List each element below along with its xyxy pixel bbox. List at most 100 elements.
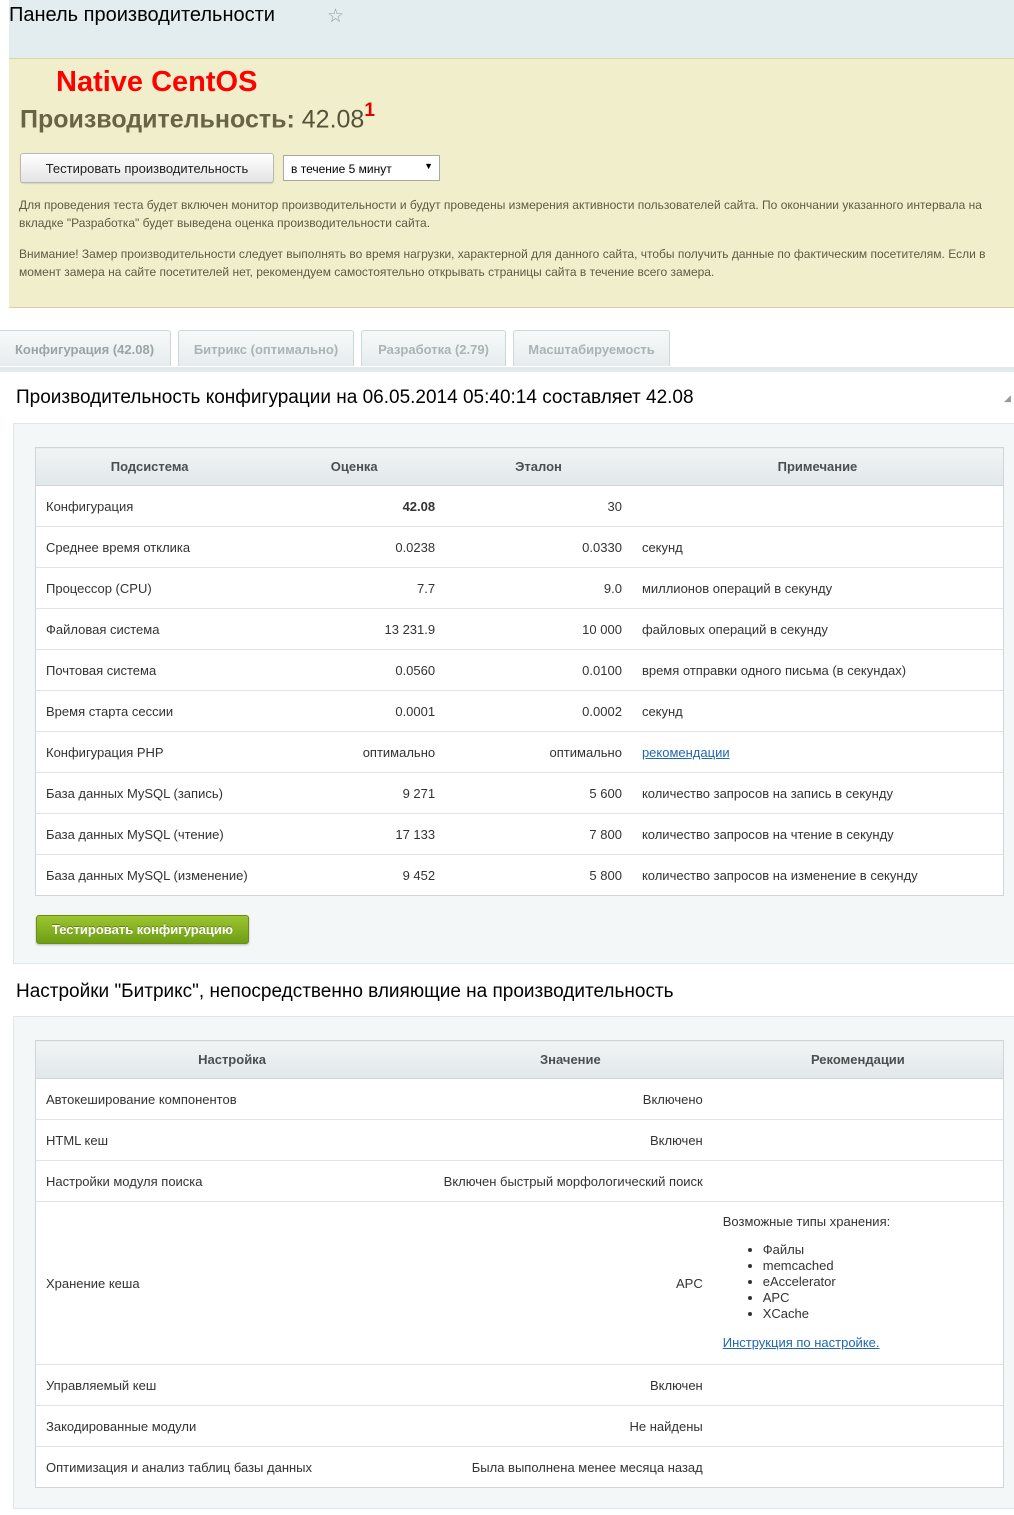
table-row: Конфигурация PHP оптимально оптимально реко… [35,731,1004,773]
recommendation-cell [712,1364,1004,1406]
subsystem-cell: Файловая система [35,608,264,650]
table-row: База данных MySQL (запись) 9 271 5 600 коли… [35,772,1004,814]
column-header: Значение [428,1040,713,1079]
bitrix-settings-table: Настройка Значение Рекомендации Автокеши… [35,1040,1004,1488]
value-cell: Включен быстрый морфологический поиск [428,1160,713,1202]
column-header: Настройка [35,1040,429,1079]
column-header: Эталон [445,447,632,486]
interval-select[interactable]: в течение 5 минут ▼ [283,155,440,181]
reference-cell: 7 800 [445,813,632,855]
tab-bitrix[interactable]: Битрикс (оптимально) [178,330,354,366]
favorite-star-icon[interactable]: ☆ [327,5,344,28]
value-cell: Не найдены [428,1405,713,1447]
recommendation-cell [712,1078,1004,1120]
setting-cell: HTML кеш [35,1119,429,1161]
recommendations-link[interactable]: рекомендации [642,745,730,760]
list-item: XCache [763,1306,993,1322]
note-cell: секунд [631,690,1004,732]
value-cell: Включен [428,1364,713,1406]
score-cell: 9 452 [263,854,446,896]
tab-configuration[interactable]: Конфигурация (42.08) [0,330,171,366]
score-cell: оптимально [263,731,446,773]
reference-cell: оптимально [445,731,632,773]
setting-cell: Настройки модуля поиска [35,1160,429,1202]
score-cell: 0.0238 [263,526,446,568]
column-header: Примечание [631,447,1004,486]
recommendation-cell [712,1119,1004,1161]
column-header: Оценка [263,447,446,486]
setting-cell: Закодированные модули [35,1405,429,1447]
recommendation-cell: Возможные типы хранения: Файлы memcached… [712,1201,1004,1365]
reference-cell: 5 600 [445,772,632,814]
subsystem-cell: База данных MySQL (запись) [35,772,264,814]
setting-cell: Автокеширование компонентов [35,1078,429,1120]
table-row: База данных MySQL (чтение) 17 133 7 800 кол… [35,813,1004,855]
value-cell: Включен [428,1119,713,1161]
config-table: Подсистема Оценка Эталон Примечание Конф… [35,447,1004,896]
footnote-marker: 1 [364,100,375,121]
notice-paragraph-2: Внимание! Замер производительности следу… [19,247,986,279]
config-section-title: Производительность конфигурации на 06.05… [16,387,694,408]
table-row: Почтовая система 0.0560 0.0100 время отправ… [35,649,1004,691]
list-item: eAccelerator [763,1274,993,1290]
table-row: HTML кеш Включен [35,1119,1004,1161]
notice-paragraph-1: Для проведения теста будет включен монит… [19,198,982,230]
list-item: memcached [763,1258,993,1274]
list-item: APC [763,1290,993,1306]
reference-cell: 10 000 [445,608,632,650]
setting-cell: Хранение кеша [35,1201,429,1365]
note-cell: рекомендации [631,731,1004,773]
cache-types-intro: Возможные типы хранения: [722,1214,891,1229]
table-header-row: Настройка Значение Рекомендации [35,1040,1004,1079]
table-row: Процессор (CPU) 7.7 9.0 миллионов операций … [35,567,1004,609]
column-header: Рекомендации [712,1040,1004,1079]
subsystem-cell: База данных MySQL (изменение) [35,854,264,896]
recommendation-cell [712,1160,1004,1202]
setup-instruction-link[interactable]: Инструкция по настройке. [723,1335,880,1350]
subsystem-cell: База данных MySQL (чтение) [35,813,264,855]
instruction-link-wrap: Инструкция по настройке. [723,1335,993,1350]
value-cell: Включено [428,1078,713,1120]
note-cell: количество запросов на изменение в секун… [631,854,1004,896]
reference-cell: 5 800 [445,854,632,896]
performance-label: Производительность: [20,105,295,134]
table-row: Оптимизация и анализ таблиц базы данных Б… [35,1446,1004,1488]
bitrix-panel: Настройка Значение Рекомендации Автокеши… [13,1016,1014,1509]
test-performance-button[interactable]: Тестировать производительность [20,153,274,183]
score-cell: 0.0560 [263,649,446,691]
reference-cell: 0.0002 [445,690,632,732]
collapse-icon[interactable]: ◢ [1004,393,1011,404]
tab-development[interactable]: Разработка (2.79) [361,330,506,366]
list-item: Файлы [763,1242,993,1258]
column-header: Подсистема [35,447,264,486]
tabs-divider [0,367,1014,372]
score-cell: 0.0001 [263,690,446,732]
reference-cell: 9.0 [445,567,632,609]
table-row: Среднее время отклика 0.0238 0.0330 секунд [35,526,1004,568]
interval-select-value: в течение 5 минут [291,162,392,176]
test-configuration-button[interactable]: Тестировать конфигурацию [36,915,249,944]
subsystem-cell: Процессор (CPU) [35,567,264,609]
table-row: Файловая система 13 231.9 10 000 файловых о… [35,608,1004,650]
dropdown-arrow-icon: ▼ [424,161,433,171]
performance-score-heading: Производительность: 42.081 [20,100,375,134]
table-row: Настройки модуля поиска Включен быстрый м… [35,1160,1004,1202]
table-header-row: Подсистема Оценка Эталон Примечание [35,447,1004,486]
reference-cell: 30 [445,485,632,527]
note-cell [631,485,1004,527]
system-label: Native CentOS [56,66,258,98]
recommendation-cell [712,1405,1004,1447]
table-row: Автокеширование компонентов Включено [35,1078,1004,1120]
score-cell: 7.7 [263,567,446,609]
score-cell: 13 231.9 [263,608,446,650]
note-cell: количество запросов на чтение в секунду [631,813,1004,855]
page-title: Панель производительности [9,4,275,26]
performance-value: 42.08 [301,105,365,134]
tab-scalability[interactable]: Масштабируемость [513,330,670,366]
table-row: Хранение кеша APC Возможные типы хранени… [35,1201,1004,1365]
reference-cell: 0.0330 [445,526,632,568]
recommendation-cell [712,1446,1004,1488]
subsystem-cell: Время старта сессии [35,690,264,732]
cache-types-list: Файлы memcached eAccelerator APC XCache [723,1242,993,1322]
subsystem-cell: Почтовая система [35,649,264,691]
